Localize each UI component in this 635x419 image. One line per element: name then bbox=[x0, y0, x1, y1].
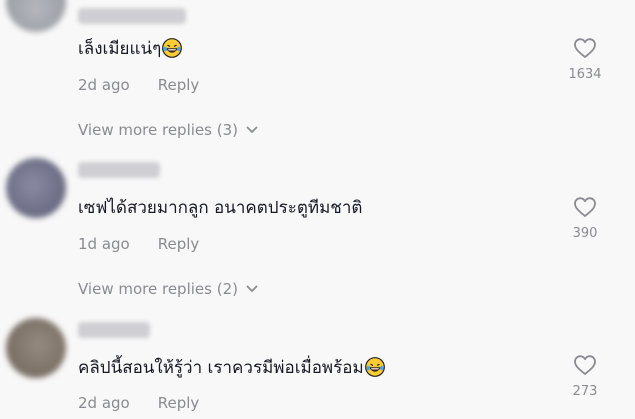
heart-outline-icon bbox=[574, 197, 596, 217]
view-more-replies[interactable]: View more replies (2) bbox=[78, 280, 258, 298]
heart-outline-icon bbox=[574, 355, 596, 375]
view-more-replies[interactable]: View more replies (3) bbox=[78, 121, 258, 139]
username-blurred[interactable] bbox=[78, 162, 160, 178]
comment-text: คลิปนี้สอนให้รู้ว่า เราควรมีพ่อเมื่อพร้อ… bbox=[78, 357, 385, 378]
like-button[interactable]: 390 bbox=[560, 196, 610, 241]
comment-text: เล็งเมียแน่ๆ bbox=[78, 38, 183, 59]
comment-meta: 2d ago Reply bbox=[78, 394, 199, 412]
view-more-label: View more replies (3) bbox=[78, 121, 238, 139]
laughing-tears-emoji bbox=[162, 38, 183, 58]
like-count: 390 bbox=[572, 226, 598, 241]
like-count: 273 bbox=[572, 384, 598, 399]
heart-outline-icon bbox=[574, 38, 596, 58]
comment-text-content: เล็งเมียแน่ๆ bbox=[78, 39, 162, 59]
username-blurred[interactable] bbox=[78, 8, 186, 24]
comment-meta: 1d ago Reply bbox=[78, 235, 199, 253]
avatar[interactable] bbox=[6, 158, 66, 218]
comment-meta: 2d ago Reply bbox=[78, 76, 199, 94]
view-more-label: View more replies (2) bbox=[78, 280, 238, 298]
timestamp: 1d ago bbox=[78, 235, 130, 253]
chevron-down-icon bbox=[246, 285, 258, 292]
comment-text-content: เซฟได้สวยมากลูก อนาคตประตูทีมชาติ bbox=[78, 198, 363, 218]
chevron-down-icon bbox=[246, 126, 258, 133]
username-blurred[interactable] bbox=[78, 322, 150, 338]
like-count: 1634 bbox=[568, 67, 602, 82]
comment-text: เซฟได้สวยมากลูก อนาคตประตูทีมชาติ bbox=[78, 198, 362, 218]
timestamp: 2d ago bbox=[78, 394, 130, 412]
like-button[interactable]: 273 bbox=[560, 354, 610, 399]
avatar[interactable] bbox=[6, 318, 66, 378]
comment-text-content: คลิปนี้สอนให้รู้ว่า เราควรมีพ่อเมื่อพร้อ… bbox=[78, 358, 364, 378]
like-button[interactable]: 1634 bbox=[560, 37, 610, 82]
timestamp: 2d ago bbox=[78, 76, 130, 94]
reply-button[interactable]: Reply bbox=[158, 235, 200, 253]
reply-button[interactable]: Reply bbox=[158, 394, 200, 412]
avatar[interactable] bbox=[6, 0, 66, 32]
laughing-tears-emoji bbox=[364, 357, 385, 377]
reply-button[interactable]: Reply bbox=[158, 76, 200, 94]
